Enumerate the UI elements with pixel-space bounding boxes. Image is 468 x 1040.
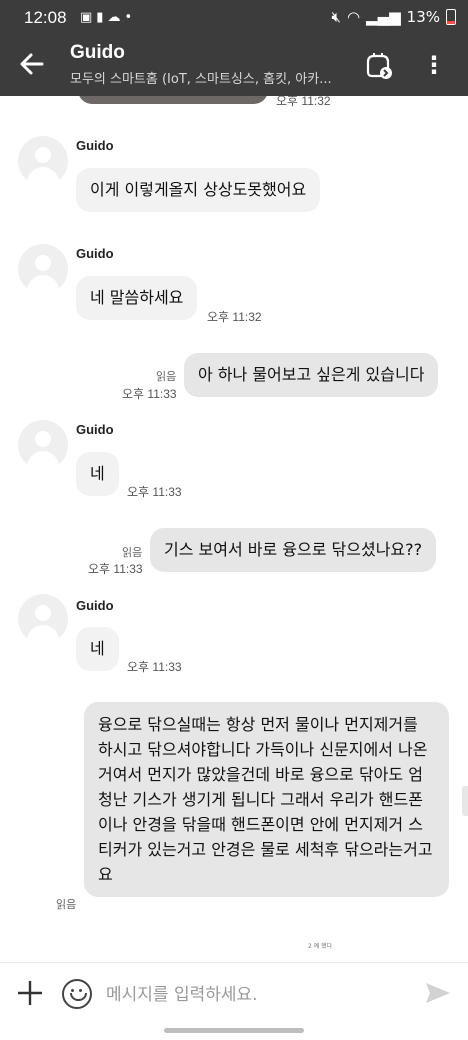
mute-icon: 🔇︎ xyxy=(331,8,341,26)
signal-icon: ▂▄▆ xyxy=(366,8,401,26)
message-time: 오후 11:33 xyxy=(122,387,177,401)
more-menu-icon[interactable]: ⋮ xyxy=(420,48,448,84)
status-bar: 12:08 ▣▮☁• 🔇︎ ◠ ▂▄▆ 13% xyxy=(0,0,468,36)
message-time: 오후 11:33 xyxy=(88,562,143,576)
home-handle[interactable] xyxy=(164,1028,304,1033)
system-icons: 🔇︎ ◠ ▂▄▆ 13% xyxy=(331,8,456,26)
cloud-icon: ☁ xyxy=(107,10,125,25)
message-time: 오후 11:32 xyxy=(207,310,262,324)
sender-name: Guido xyxy=(76,246,114,261)
battery-icon xyxy=(446,9,456,25)
avatar[interactable] xyxy=(18,420,68,470)
message-time: 오후 11:33 xyxy=(127,660,182,674)
dot-icon: • xyxy=(124,10,137,25)
read-receipt: 읽음 xyxy=(156,370,177,383)
send-icon[interactable] xyxy=(422,977,454,1009)
avatar[interactable] xyxy=(18,136,68,186)
chat-drawer-icon[interactable] xyxy=(360,48,396,84)
emoji-icon[interactable] xyxy=(62,979,92,1009)
scroll-indicator[interactable] xyxy=(462,786,468,816)
chat-subtitle: 모두의 스마트홈 (IoT, 스마트싱스, 홈킷, 아카... xyxy=(70,72,332,87)
message-bubble[interactable]: 융으로 닦으실때는 항상 먼저 물이나 먼지제거를 하시고 닦으셔야합니다 가득… xyxy=(84,702,449,897)
chat-title: Guido xyxy=(70,42,125,63)
plus-icon[interactable] xyxy=(14,977,46,1009)
chat-header: Guido 모두의 스마트홈 (IoT, 스마트싱스, 홈킷, 아카... ⋮ xyxy=(0,36,468,96)
read-receipt: 읽음 xyxy=(122,546,143,559)
read-receipt: 읽음 xyxy=(56,898,77,911)
small-note: 2 예 했다 xyxy=(308,943,333,950)
back-arrow-icon[interactable] xyxy=(14,46,50,82)
avatar[interactable] xyxy=(18,244,68,294)
battery-text: 13% xyxy=(406,8,440,26)
gesture-bar xyxy=(0,1024,468,1040)
sender-name: Guido xyxy=(76,598,114,613)
message-bubble[interactable]: 이게 이렇게올지 상상도못했어요 xyxy=(76,168,321,212)
sender-name: Guido xyxy=(76,138,114,153)
message-bubble[interactable]: 네 xyxy=(76,627,119,671)
gallery-icon: ▣ xyxy=(80,10,97,25)
sender-name: Guido xyxy=(76,422,114,437)
shared-photo-thumbnail[interactable] xyxy=(78,96,268,104)
message-composer xyxy=(0,962,468,1025)
message-bubble[interactable]: 아 하나 물어보고 싶은게 있습니다 xyxy=(184,353,439,397)
message-time: 오후 11:32 xyxy=(276,96,331,108)
wifi-icon: ◠ xyxy=(346,8,361,26)
message-input[interactable] xyxy=(104,979,408,1011)
avatar[interactable] xyxy=(18,594,68,644)
status-time: 12:08 xyxy=(24,8,67,27)
message-bubble[interactable]: 네 말씀하세요 xyxy=(76,276,198,320)
alert-icon: ▮ xyxy=(96,10,108,25)
message-bubble[interactable]: 기스 보여서 바로 융으로 닦으셨나요?? xyxy=(150,528,437,572)
message-time: 오후 11:33 xyxy=(127,485,182,499)
chat-area[interactable]: 오후 11:32 Guido 이게 이렇게올지 상상도못했어요 Guido 네 … xyxy=(0,96,468,962)
notification-icons: ▣▮☁• xyxy=(80,10,136,25)
message-bubble[interactable]: 네 xyxy=(76,452,119,496)
